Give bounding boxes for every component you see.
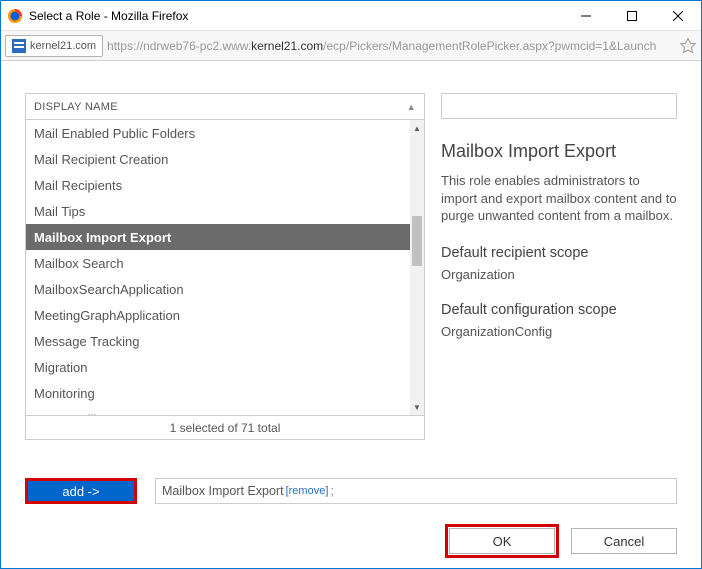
config-scope-label: Default configuration scope bbox=[441, 302, 677, 318]
maximize-icon bbox=[627, 11, 637, 21]
titlebar: Select a Role - Mozilla Firefox bbox=[1, 1, 701, 31]
firefox-icon bbox=[7, 8, 23, 24]
window-controls bbox=[563, 1, 701, 30]
detail-title: Mailbox Import Export bbox=[441, 141, 677, 162]
recipient-scope-label: Default recipient scope bbox=[441, 245, 677, 261]
scrollbar[interactable]: ▲ ▼ bbox=[410, 120, 424, 415]
url-display[interactable]: https://ndrweb76-pc2.www.kernel21.com/ec… bbox=[107, 39, 675, 53]
site-identity-badge[interactable]: kernel21.com bbox=[5, 35, 103, 57]
cancel-button-label: Cancel bbox=[604, 534, 644, 549]
list-item[interactable]: Monitoring bbox=[26, 380, 410, 406]
selected-roles-box[interactable]: Mailbox Import Export [remove] ; bbox=[155, 478, 677, 504]
list-body: Mail Enabled Public FoldersMail Recipien… bbox=[26, 120, 424, 415]
minimize-icon bbox=[581, 11, 591, 21]
add-button-label: add -> bbox=[62, 484, 99, 499]
scroll-down-icon[interactable]: ▼ bbox=[410, 399, 424, 415]
dialog-content: DISPLAY NAME ▲ Mail Enabled Public Folde… bbox=[1, 61, 701, 568]
list-item[interactable]: Mailbox Import Export bbox=[26, 224, 410, 250]
url-suffix: /ecp/Pickers/ManagementRolePicker.aspx?p… bbox=[323, 39, 656, 53]
add-button[interactable]: add -> bbox=[25, 478, 137, 504]
url-host: kernel21.com bbox=[251, 39, 323, 53]
sort-ascending-icon: ▲ bbox=[407, 102, 416, 112]
window-title: Select a Role - Mozilla Firefox bbox=[29, 9, 563, 23]
recipient-scope-value: Organization bbox=[441, 267, 677, 282]
cancel-button[interactable]: Cancel bbox=[571, 528, 677, 554]
site-identity-label: kernel21.com bbox=[30, 40, 96, 52]
scroll-thumb[interactable] bbox=[412, 216, 422, 266]
ok-button[interactable]: OK bbox=[449, 528, 555, 554]
remove-link[interactable]: [remove] bbox=[286, 485, 329, 497]
role-detail: Mailbox Import Export This role enables … bbox=[441, 119, 677, 359]
maximize-button[interactable] bbox=[609, 1, 655, 30]
site-favicon-icon bbox=[12, 39, 26, 53]
list-item[interactable]: MeetingGraphApplication bbox=[26, 302, 410, 328]
scroll-up-icon[interactable]: ▲ bbox=[410, 120, 424, 136]
role-list-panel: DISPLAY NAME ▲ Mail Enabled Public Folde… bbox=[25, 93, 425, 440]
selected-role-tail: ; bbox=[330, 484, 333, 498]
config-scope-value: OrganizationConfig bbox=[441, 324, 677, 339]
bookmark-star-icon[interactable] bbox=[679, 37, 697, 55]
close-icon bbox=[673, 11, 683, 21]
list-footer-status: 1 selected of 71 total bbox=[26, 415, 424, 439]
ok-button-label: OK bbox=[493, 534, 512, 549]
detail-description: This role enables administrators to impo… bbox=[441, 172, 677, 225]
selected-role-item: Mailbox Import Export bbox=[162, 484, 284, 498]
window-frame: Select a Role - Mozilla Firefox kernel21… bbox=[0, 0, 702, 569]
panes: DISPLAY NAME ▲ Mail Enabled Public Folde… bbox=[25, 93, 677, 440]
list-item[interactable]: Mail Recipient Creation bbox=[26, 146, 410, 172]
dialog-buttons: OK Cancel bbox=[25, 528, 677, 554]
close-button[interactable] bbox=[655, 1, 701, 30]
list-item[interactable]: Mailbox Search bbox=[26, 250, 410, 276]
column-header-displayname: DISPLAY NAME bbox=[34, 101, 407, 113]
list-item[interactable]: Mail Enabled Public Folders bbox=[26, 120, 410, 146]
list-item[interactable]: Move Mailboxes bbox=[26, 406, 410, 415]
url-prefix: https://ndrweb76-pc2.www. bbox=[107, 39, 251, 53]
list-item[interactable]: Mail Recipients bbox=[26, 172, 410, 198]
list-item[interactable]: Migration bbox=[26, 354, 410, 380]
list-item[interactable]: Message Tracking bbox=[26, 328, 410, 354]
add-row: add -> Mailbox Import Export [remove] ; bbox=[25, 478, 677, 504]
address-bar: kernel21.com https://ndrweb76-pc2.www.ke… bbox=[1, 31, 701, 61]
list-item[interactable]: Mail Tips bbox=[26, 198, 410, 224]
list-items: Mail Enabled Public FoldersMail Recipien… bbox=[26, 120, 410, 415]
search-input[interactable] bbox=[441, 93, 677, 119]
scroll-track[interactable] bbox=[410, 136, 424, 399]
list-header[interactable]: DISPLAY NAME ▲ bbox=[26, 94, 424, 120]
list-item[interactable]: MailboxSearchApplication bbox=[26, 276, 410, 302]
minimize-button[interactable] bbox=[563, 1, 609, 30]
detail-panel: Mailbox Import Export This role enables … bbox=[441, 93, 677, 440]
